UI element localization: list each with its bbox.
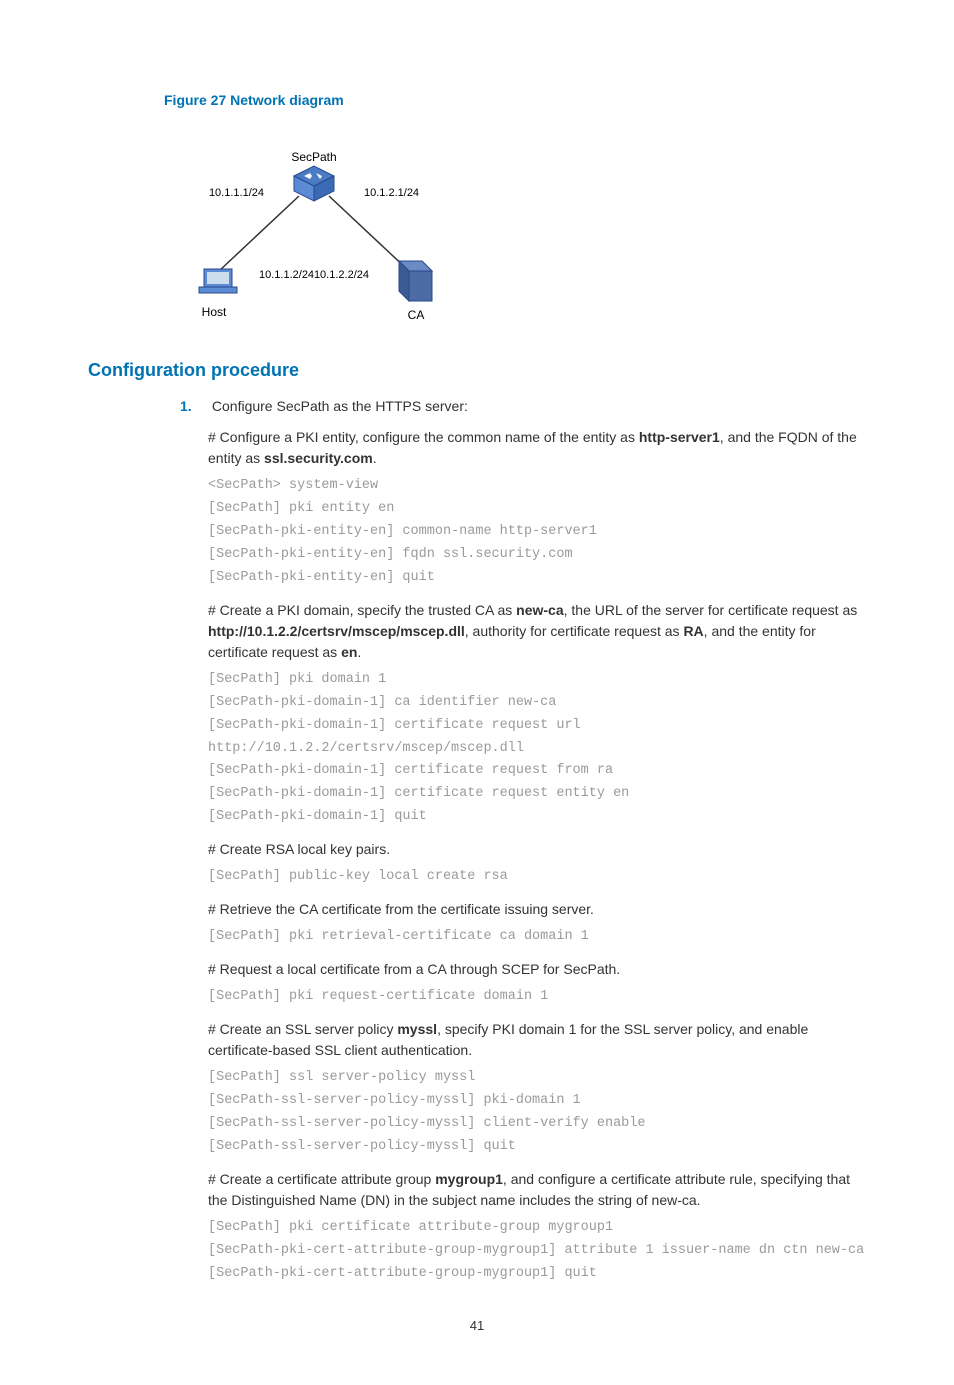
paragraph: # Create an SSL server policy myssl, spe…	[208, 1019, 866, 1061]
code-block: [SecPath] pki retrieval-certificate ca d…	[208, 926, 866, 949]
secpath-label: SecPath	[291, 150, 336, 164]
code-block: [SecPath] pki request-certificate domain…	[208, 986, 866, 1009]
paragraph: # Create a PKI domain, specify the trust…	[208, 600, 866, 663]
step-title: Configure SecPath as the HTTPS server:	[212, 398, 468, 414]
network-diagram: SecPath 10.1.1.1/24 10.1.2.1/24 Host 10.…	[164, 121, 866, 327]
ca-ip: 10.1.2.2/24	[314, 269, 369, 281]
section-heading: Configuration procedure	[88, 357, 866, 384]
code-block: <SecPath> system-view [SecPath] pki enti…	[208, 475, 866, 590]
step-number: 1.	[180, 396, 208, 417]
paragraph: # Request a local certificate from a CA …	[208, 959, 866, 980]
page-number: 41	[88, 1316, 866, 1336]
code-block: [SecPath] pki domain 1 [SecPath-pki-doma…	[208, 669, 866, 830]
sp-right-ip: 10.1.2.1/24	[364, 187, 419, 199]
sp-left-ip: 10.1.1.1/24	[209, 187, 264, 199]
paragraph: # Retrieve the CA certificate from the c…	[208, 899, 866, 920]
host-icon	[199, 269, 237, 293]
host-label: Host	[202, 305, 227, 319]
code-block: [SecPath] public-key local create rsa	[208, 866, 866, 889]
paragraph: # Create RSA local key pairs.	[208, 839, 866, 860]
ca-label: CA	[408, 308, 425, 321]
router-icon	[294, 166, 334, 201]
code-block: [SecPath] pki certificate attribute-grou…	[208, 1217, 866, 1286]
ca-server-icon	[399, 261, 432, 301]
host-ip: 10.1.1.2/24	[259, 269, 314, 281]
code-block: [SecPath] ssl server-policy myssl [SecPa…	[208, 1067, 866, 1159]
paragraph: # Create a certificate attribute group m…	[208, 1169, 866, 1211]
figure-caption: Figure 27 Network diagram	[164, 90, 866, 111]
paragraph: # Configure a PKI entity, configure the …	[208, 427, 866, 469]
